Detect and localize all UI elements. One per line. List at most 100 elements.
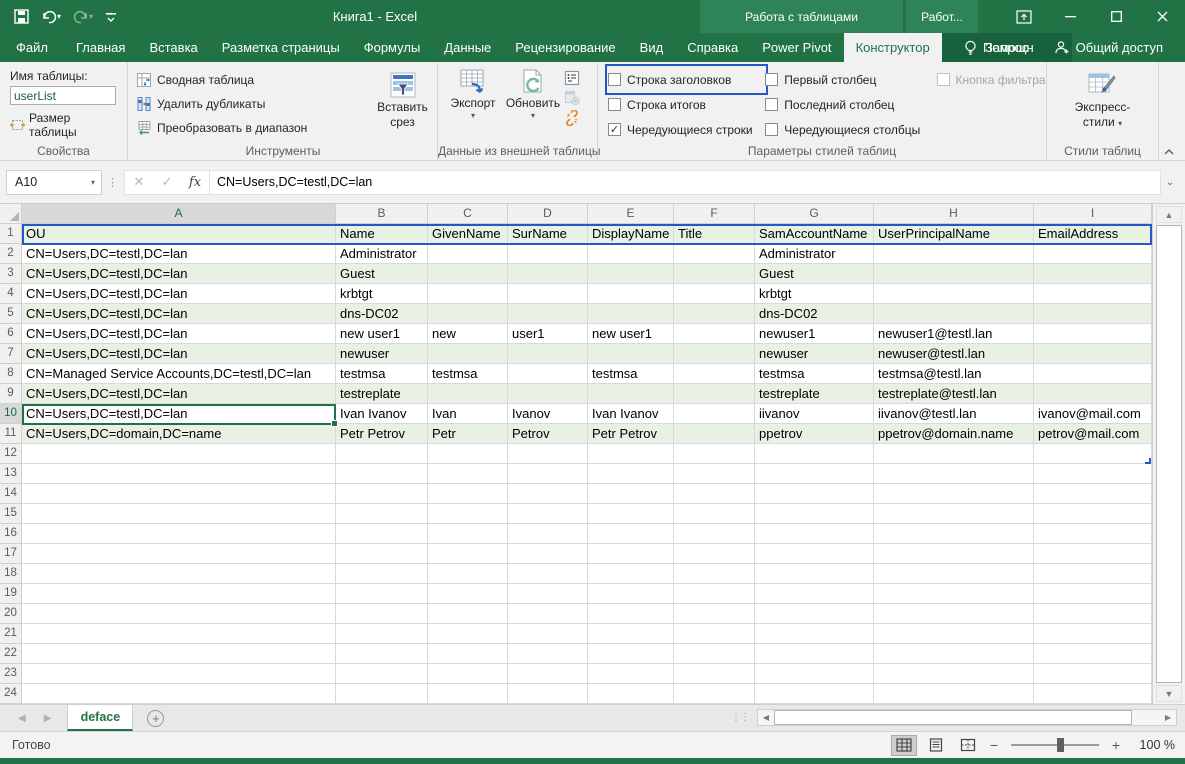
cell-G9[interactable]: testreplate — [755, 384, 874, 404]
row-header-6[interactable]: 6 — [0, 324, 22, 344]
cell-G3[interactable]: Guest — [755, 264, 874, 284]
cell-G7[interactable]: newuser — [755, 344, 874, 364]
horizontal-scrollbar-track[interactable]: ◀ ▶ — [757, 709, 1177, 726]
cell-D17[interactable] — [508, 544, 588, 564]
cell-H18[interactable] — [874, 564, 1034, 584]
cell-F15[interactable] — [674, 504, 755, 524]
cell-H4[interactable] — [874, 284, 1034, 304]
cell-A7[interactable]: CN=Users,DC=testl,DC=lan — [22, 344, 336, 364]
open-in-browser-button[interactable] — [564, 90, 580, 106]
column-header-B[interactable]: B — [336, 204, 428, 224]
cell-G12[interactable] — [755, 444, 874, 464]
cell-H13[interactable] — [874, 464, 1034, 484]
cell-C24[interactable] — [428, 684, 508, 704]
cell-H20[interactable] — [874, 604, 1034, 624]
cell-C16[interactable] — [428, 524, 508, 544]
new-sheet-button[interactable]: + — [133, 705, 178, 731]
ribbon-tab-главная[interactable]: Главная — [64, 33, 137, 62]
cell-E9[interactable] — [588, 384, 674, 404]
row-header-20[interactable]: 20 — [0, 604, 22, 624]
cell-G16[interactable] — [755, 524, 874, 544]
cell-D5[interactable] — [508, 304, 588, 324]
cell-F22[interactable] — [674, 644, 755, 664]
cell-G15[interactable] — [755, 504, 874, 524]
cell-D3[interactable] — [508, 264, 588, 284]
cell-C14[interactable] — [428, 484, 508, 504]
column-header-D[interactable]: D — [508, 204, 588, 224]
cell-A5[interactable]: CN=Users,DC=testl,DC=lan — [22, 304, 336, 324]
insert-function-button[interactable]: fx — [181, 175, 209, 190]
cell-A17[interactable] — [22, 544, 336, 564]
convert-to-range-button[interactable]: Преобразовать в диапазон — [136, 116, 368, 140]
cell-H24[interactable] — [874, 684, 1034, 704]
cell-B5[interactable]: dns-DC02 — [336, 304, 428, 324]
cell-F8[interactable] — [674, 364, 755, 384]
cell-G17[interactable] — [755, 544, 874, 564]
cell-A9[interactable]: CN=Users,DC=testl,DC=lan — [22, 384, 336, 404]
cell-I5[interactable] — [1034, 304, 1152, 324]
column-header-I[interactable]: I — [1034, 204, 1152, 224]
cell-F9[interactable] — [674, 384, 755, 404]
formula-input[interactable]: CN=Users,DC=testl,DC=lan — [210, 170, 1161, 195]
checkbox-чередующиеся-столбцы[interactable]: Чередующиеся столбцы — [765, 117, 936, 142]
scroll-down-button[interactable]: ▼ — [1156, 685, 1182, 702]
cell-B4[interactable]: krbtgt — [336, 284, 428, 304]
checkbox-первый-столбец[interactable]: Первый столбец — [765, 67, 936, 92]
cell-G14[interactable] — [755, 484, 874, 504]
scrollbar-resize-grip[interactable]: ⋮⋮ — [731, 712, 749, 723]
cell-C8[interactable]: testmsa — [428, 364, 508, 384]
cell-I11[interactable]: petrov@mail.com — [1034, 424, 1152, 444]
cell-G20[interactable] — [755, 604, 874, 624]
cell-D9[interactable] — [508, 384, 588, 404]
cell-A11[interactable]: CN=Users,DC=domain,DC=name — [22, 424, 336, 444]
cell-I7[interactable] — [1034, 344, 1152, 364]
cell-C5[interactable] — [428, 304, 508, 324]
cell-H21[interactable] — [874, 624, 1034, 644]
row-header-14[interactable]: 14 — [0, 484, 22, 504]
cell-F14[interactable] — [674, 484, 755, 504]
cell-B9[interactable]: testreplate — [336, 384, 428, 404]
cell-B8[interactable]: testmsa — [336, 364, 428, 384]
cell-C11[interactable]: Petr — [428, 424, 508, 444]
maximize-button[interactable] — [1093, 0, 1139, 33]
cell-F23[interactable] — [674, 664, 755, 684]
cell-E17[interactable] — [588, 544, 674, 564]
cell-C1[interactable]: GivenName — [428, 224, 508, 244]
cell-A15[interactable] — [22, 504, 336, 524]
cell-E22[interactable] — [588, 644, 674, 664]
cell-D11[interactable]: Petrov — [508, 424, 588, 444]
redo-button[interactable]: ▾ — [69, 4, 97, 30]
cell-F24[interactable] — [674, 684, 755, 704]
cell-E24[interactable] — [588, 684, 674, 704]
row-header-16[interactable]: 16 — [0, 524, 22, 544]
ribbon-tab-конструктор[interactable]: Конструктор — [844, 33, 942, 62]
cell-E10[interactable]: Ivan Ivanov — [588, 404, 674, 424]
row-header-18[interactable]: 18 — [0, 564, 22, 584]
close-button[interactable] — [1139, 0, 1185, 33]
row-header-13[interactable]: 13 — [0, 464, 22, 484]
row-header-2[interactable]: 2 — [0, 244, 22, 264]
cell-I21[interactable] — [1034, 624, 1152, 644]
row-header-1[interactable]: 1 — [0, 224, 22, 244]
cell-A19[interactable] — [22, 584, 336, 604]
ribbon-tab-справка[interactable]: Справка — [675, 33, 750, 62]
row-header-11[interactable]: 11 — [0, 424, 22, 444]
cell-H12[interactable] — [874, 444, 1034, 464]
cell-I15[interactable] — [1034, 504, 1152, 524]
cell-H5[interactable] — [874, 304, 1034, 324]
save-button[interactable] — [10, 4, 33, 30]
cell-A4[interactable]: CN=Users,DC=testl,DC=lan — [22, 284, 336, 304]
cell-F17[interactable] — [674, 544, 755, 564]
ribbon-tab-формулы[interactable]: Формулы — [352, 33, 433, 62]
cell-E3[interactable] — [588, 264, 674, 284]
pivot-table-button[interactable]: Сводная таблица — [136, 68, 368, 92]
ribbon-tab-данные[interactable]: Данные — [432, 33, 503, 62]
cell-B18[interactable] — [336, 564, 428, 584]
row-header-12[interactable]: 12 — [0, 444, 22, 464]
cell-G11[interactable]: ppetrov — [755, 424, 874, 444]
row-header-23[interactable]: 23 — [0, 664, 22, 684]
ribbon-tab-вставка[interactable]: Вставка — [137, 33, 209, 62]
cell-F11[interactable] — [674, 424, 755, 444]
cell-C23[interactable] — [428, 664, 508, 684]
cell-E6[interactable]: new user1 — [588, 324, 674, 344]
